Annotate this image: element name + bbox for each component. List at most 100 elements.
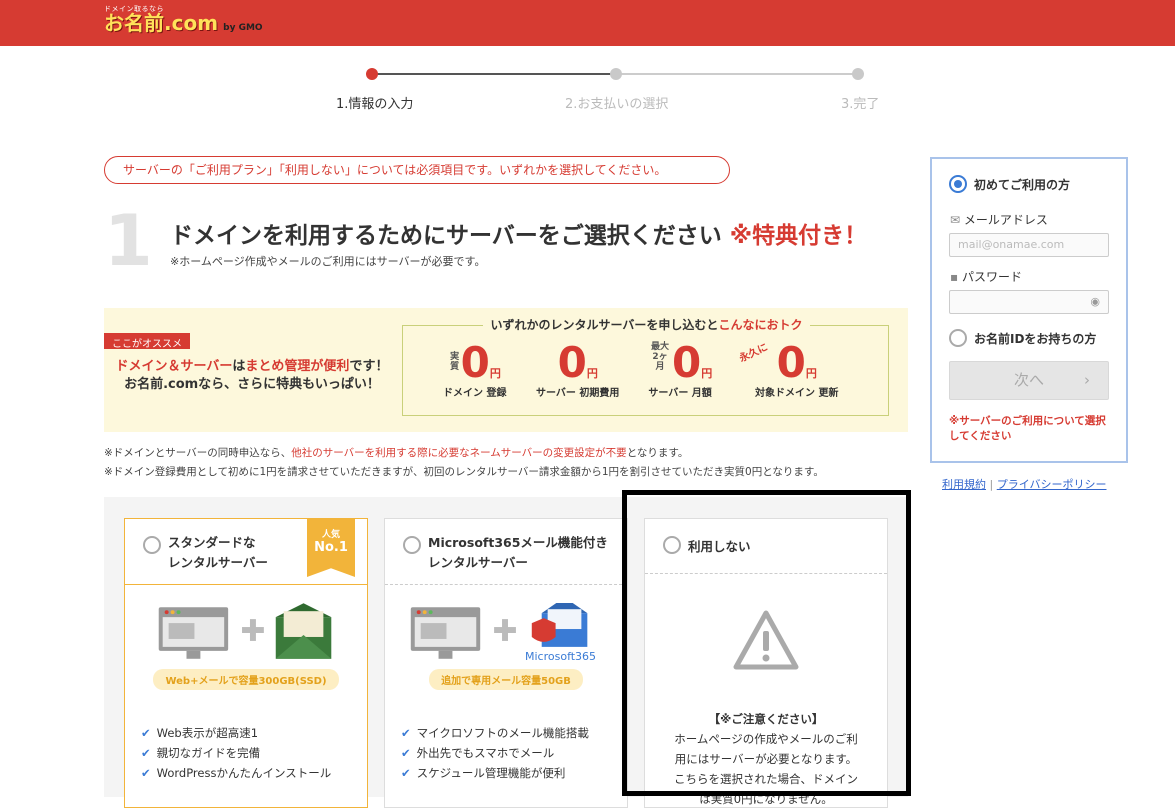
step-label-2: 2.お支払いの選択 [565, 97, 669, 112]
section-title: ドメインを利用するためにサーバーをご選択ください ※特典付き！ [170, 216, 867, 250]
feature-text: Web表示が超高速1 [156, 726, 259, 740]
promo-message: ドメイン＆サーバーはまとめ管理が便利です！ お名前.comなら、さらに特典もいっ… [104, 358, 400, 394]
feature-item: ✔ 親切なガイドを完備 [141, 743, 331, 763]
card-microsoft365-server[interactable]: Microsoft365メール機能付き レンタルサーバー Microsoft365… [384, 518, 628, 808]
pill-text: 追加で専用メール容量50GB [429, 669, 583, 690]
radio-existing-user[interactable] [949, 329, 967, 347]
password-field[interactable]: ◉ [949, 290, 1109, 314]
capacity-pill: Web+メールで容量300GB(SSD) [125, 669, 367, 690]
feature-text: スケジュール管理機能が便利 [416, 766, 566, 780]
title-line: レンタルサーバー [168, 555, 268, 570]
card-standard-server[interactable]: スタンダードな レンタルサーバー 人気 No.1 Web+メールで容量300GB(S… [124, 518, 368, 808]
progress-track-active [372, 73, 616, 75]
email-label: メールアドレス [963, 213, 1048, 227]
promo-l1d: です！ [349, 359, 389, 374]
check-icon: ✔ [401, 766, 411, 780]
card-header[interactable]: Microsoft365メール機能付き レンタルサーバー [385, 519, 627, 585]
benefit-unit: 円 [805, 367, 817, 380]
section-title-highlight: ※特典付き！ [729, 223, 868, 249]
feature-list: ✔ Web表示が超高速1 ✔ 親切なガイドを完備 ✔ WordPressかんたんインス… [141, 723, 331, 783]
note-nameserver: ※ドメインとサーバーの同時申込なら、他社のサーバーを利用する際に必要なネームサー… [104, 445, 688, 460]
capacity-pill: 追加で専用メール容量50GB [385, 669, 627, 690]
benefit-item-renewal: 0円 対象ドメイン 更新 [755, 338, 839, 400]
section-subtitle: ※ホームページ作成やメールのご利用にはサーバーが必要です。 [170, 255, 486, 268]
promo-ribbon: ここがオススメ [104, 333, 190, 350]
m365-logo-text: Microsoft365 [525, 650, 597, 663]
note-text: となります。 [626, 447, 689, 459]
step-dot-3 [852, 68, 864, 80]
section-title-text: ドメインを利用するためにサーバーをご選択ください [170, 223, 722, 249]
benefit-pre: 最大2ヶ月 [650, 342, 669, 372]
check-icon: ✔ [141, 726, 151, 740]
note-highlight: 他社のサーバーを利用する際に必要なネームサーバーの変更設定が不要 [291, 447, 627, 459]
monitor-icon [158, 607, 229, 659]
feature-text: マイクロソフトのメール機能搭載 [416, 726, 589, 740]
benefit-item-initial: 0円 サーバー 初期費用 [536, 338, 620, 400]
benefit-value: 0 [672, 338, 702, 387]
eye-icon[interactable]: ◉ [1090, 295, 1100, 308]
badge-bottom: No.1 [314, 540, 348, 555]
benefit-item-domain: 実質0円 ドメイン 登録 [443, 338, 507, 400]
password-label: パスワード [961, 270, 1022, 284]
step-label-3: 3.完了 [841, 97, 880, 112]
email-label-row: ✉ メールアドレス [950, 211, 1048, 228]
benefit-heading-red: こんなにおトク [718, 318, 803, 332]
benefit-heading: いずれかのレンタルサーバーを申し込むとこんなにおトク [403, 316, 890, 333]
check-icon: ✔ [141, 766, 151, 780]
mail-icon: ✉ [950, 213, 961, 227]
benefit-caption: ドメイン 登録 [443, 388, 507, 399]
benefit-caption: サーバー 月額 [648, 388, 712, 399]
privacy-link[interactable]: プライバシーポリシー [997, 478, 1107, 491]
title-line: スタンダードな [168, 535, 256, 550]
radio-standard[interactable] [143, 536, 161, 554]
benefit-unit: 円 [586, 367, 598, 380]
promo-l1b: は [232, 359, 246, 374]
password-label-row: ▪ パスワード [950, 268, 1022, 285]
plus-icon [242, 619, 264, 641]
benefit-unit: 円 [489, 367, 501, 380]
radio-microsoft365[interactable] [403, 536, 421, 554]
benefit-value: 0 [557, 338, 587, 387]
pill-text: Web+メールで容量300GB(SSD) [153, 669, 339, 690]
benefit-pre: 実質 [450, 352, 460, 372]
footer-links: 利用規約 | プライバシーポリシー [942, 478, 1107, 491]
benefit-value: 0 [460, 338, 490, 387]
badge-top: 人気 [321, 530, 340, 540]
lock-icon: ▪ [950, 270, 959, 284]
benefit-caption: サーバー 初期費用 [536, 388, 620, 399]
feature-text: WordPressかんたんインストール [156, 766, 332, 780]
existing-user-label: お名前IDをお持ちの方 [974, 332, 1097, 346]
feature-text: 外出先でもスマホでメール [416, 746, 555, 760]
title-line: Microsoft365メール機能付き [428, 535, 608, 550]
onamae-logo[interactable]: ドメイン取るなら お名前.com by GMO [104, 6, 263, 34]
card-header[interactable]: スタンダードな レンタルサーバー 人気 No.1 [125, 519, 367, 585]
note-text: ※ドメインとサーバーの同時申込なら、 [104, 447, 292, 459]
section-number: 1 [104, 200, 153, 282]
feature-list: ✔ マイクロソフトのメール機能搭載 ✔ 外出先でもスマホでメール ✔ スケジュール管理… [401, 723, 589, 783]
step-dot-1 [366, 68, 378, 80]
benefit-value: 0 [776, 338, 806, 387]
card-title: Microsoft365メール機能付き レンタルサーバー [428, 533, 608, 573]
benefit-item-monthly: 最大2ヶ月 0円 サーバー 月額 [648, 338, 712, 400]
benefit-caption: 対象ドメイン 更新 [755, 388, 839, 399]
promo-l2: お名前.comなら、さらに特典もいっぱい！ [124, 377, 380, 392]
benefit-heading-text: いずれかのレンタルサーバーを申し込むと [490, 318, 719, 332]
benefit-box: いずれかのレンタルサーバーを申し込むとこんなにおトク 実質0円 ドメイン 登録 … [402, 318, 889, 416]
step-dot-2 [610, 68, 622, 80]
monitor-icon [410, 607, 481, 659]
terms-link[interactable]: 利用規約 [942, 478, 986, 491]
promo-l1c: まとめ管理が便利 [245, 359, 350, 374]
feature-item: ✔ WordPressかんたんインストール [141, 763, 331, 783]
next-button[interactable]: 次へ › [949, 361, 1109, 400]
check-icon: ✔ [401, 746, 411, 760]
login-error: ※サーバーのご利用について選択してください [949, 415, 1106, 442]
required-notice: サーバーの「ご利用プラン」「利用しない」については必須項目です。いずれかを選択し… [104, 156, 730, 184]
feature-text: 親切なガイドを完備 [156, 746, 261, 760]
next-label: 次へ [1013, 371, 1044, 389]
radio-new-user[interactable] [949, 175, 967, 193]
email-field[interactable]: mail@onamae.com [949, 233, 1109, 257]
note-billing: ※ドメイン登録費用として初めに1円を請求させていただきますが、初回のレンタルサー… [104, 466, 824, 478]
feature-item: ✔ 外出先でもスマホでメール [401, 743, 589, 763]
site-header: ドメイン取るなら お名前.com by GMO [0, 0, 1175, 46]
feature-item: ✔ スケジュール管理機能が便利 [401, 763, 589, 783]
